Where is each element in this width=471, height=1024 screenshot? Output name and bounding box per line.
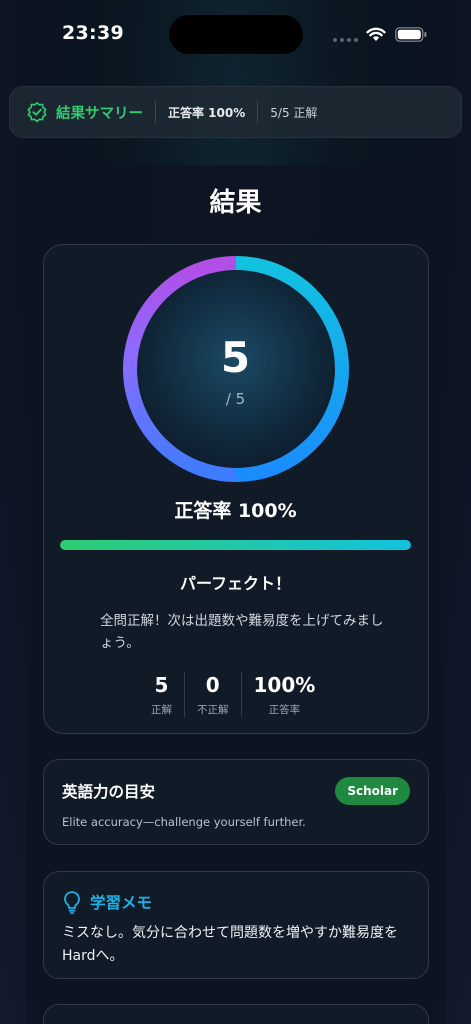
memo-title: 学習メモ (90, 894, 153, 912)
stat-value: 100% (253, 673, 316, 697)
stat-accuracy: 100% 正答率 (240, 672, 328, 717)
cellular-signal-icon (333, 38, 358, 42)
level-badge: Scholar (335, 777, 410, 805)
result-summary-banner[interactable]: 結果サマリー 正答率 100% 5/5 正解 (9, 86, 462, 138)
lightbulb-icon (64, 891, 80, 914)
stat-label: 不正解 (197, 704, 229, 716)
stat-label: 正解 (151, 704, 172, 716)
accuracy-progress-bar (60, 540, 411, 550)
battery-icon (395, 27, 427, 42)
check-badge-icon (27, 102, 47, 123)
level-description: Elite accuracy—challenge yourself furthe… (62, 815, 306, 829)
feedback-title: パーフェクト！ (179, 574, 292, 593)
next-card (43, 1004, 429, 1024)
memo-text: ミスなし。気分に合わせて問題数を増やすか難易度をHardへ。 (62, 925, 398, 964)
memo-header: 学習メモ (62, 890, 152, 914)
accuracy-text: 正答率 100% (174, 500, 297, 522)
stat-value: 5 (154, 673, 169, 697)
feedback-description: 全問正解！次は出題数や難易度を上げてみましょう。 (100, 613, 384, 651)
stat-label: 正答率 (268, 704, 301, 716)
page-title: 結果 (209, 188, 262, 218)
status-time: 23:39 (62, 22, 124, 44)
study-memo-card: 学習メモ ミスなし。気分に合わせて問題数を増やすか難易度をHardへ。 (43, 871, 429, 979)
stats-row: 5 正解 0 不正解 100% 正答率 (139, 672, 327, 717)
summary-rate: 正答率 100% (168, 105, 246, 120)
wifi-icon (366, 27, 386, 41)
accuracy-progress-fill (60, 540, 411, 550)
score-correct: 5 (220, 333, 251, 382)
score-total: / 5 (225, 390, 246, 408)
stat-value: 0 (205, 673, 220, 697)
level-card: 英語力の目安 Scholar Elite accuracy—challenge … (43, 759, 429, 845)
summary-divider (155, 101, 156, 123)
stat-incorrect: 0 不正解 (184, 672, 241, 717)
level-title: 英語力の目安 (62, 783, 156, 801)
summary-divider (257, 101, 259, 123)
stat-correct: 5 正解 (139, 672, 184, 717)
dynamic-island (169, 15, 303, 54)
status-bar: 23:39 (0, 0, 471, 70)
summary-title: 結果サマリー (56, 105, 143, 122)
summary-count: 5/5 正解 (270, 105, 318, 120)
